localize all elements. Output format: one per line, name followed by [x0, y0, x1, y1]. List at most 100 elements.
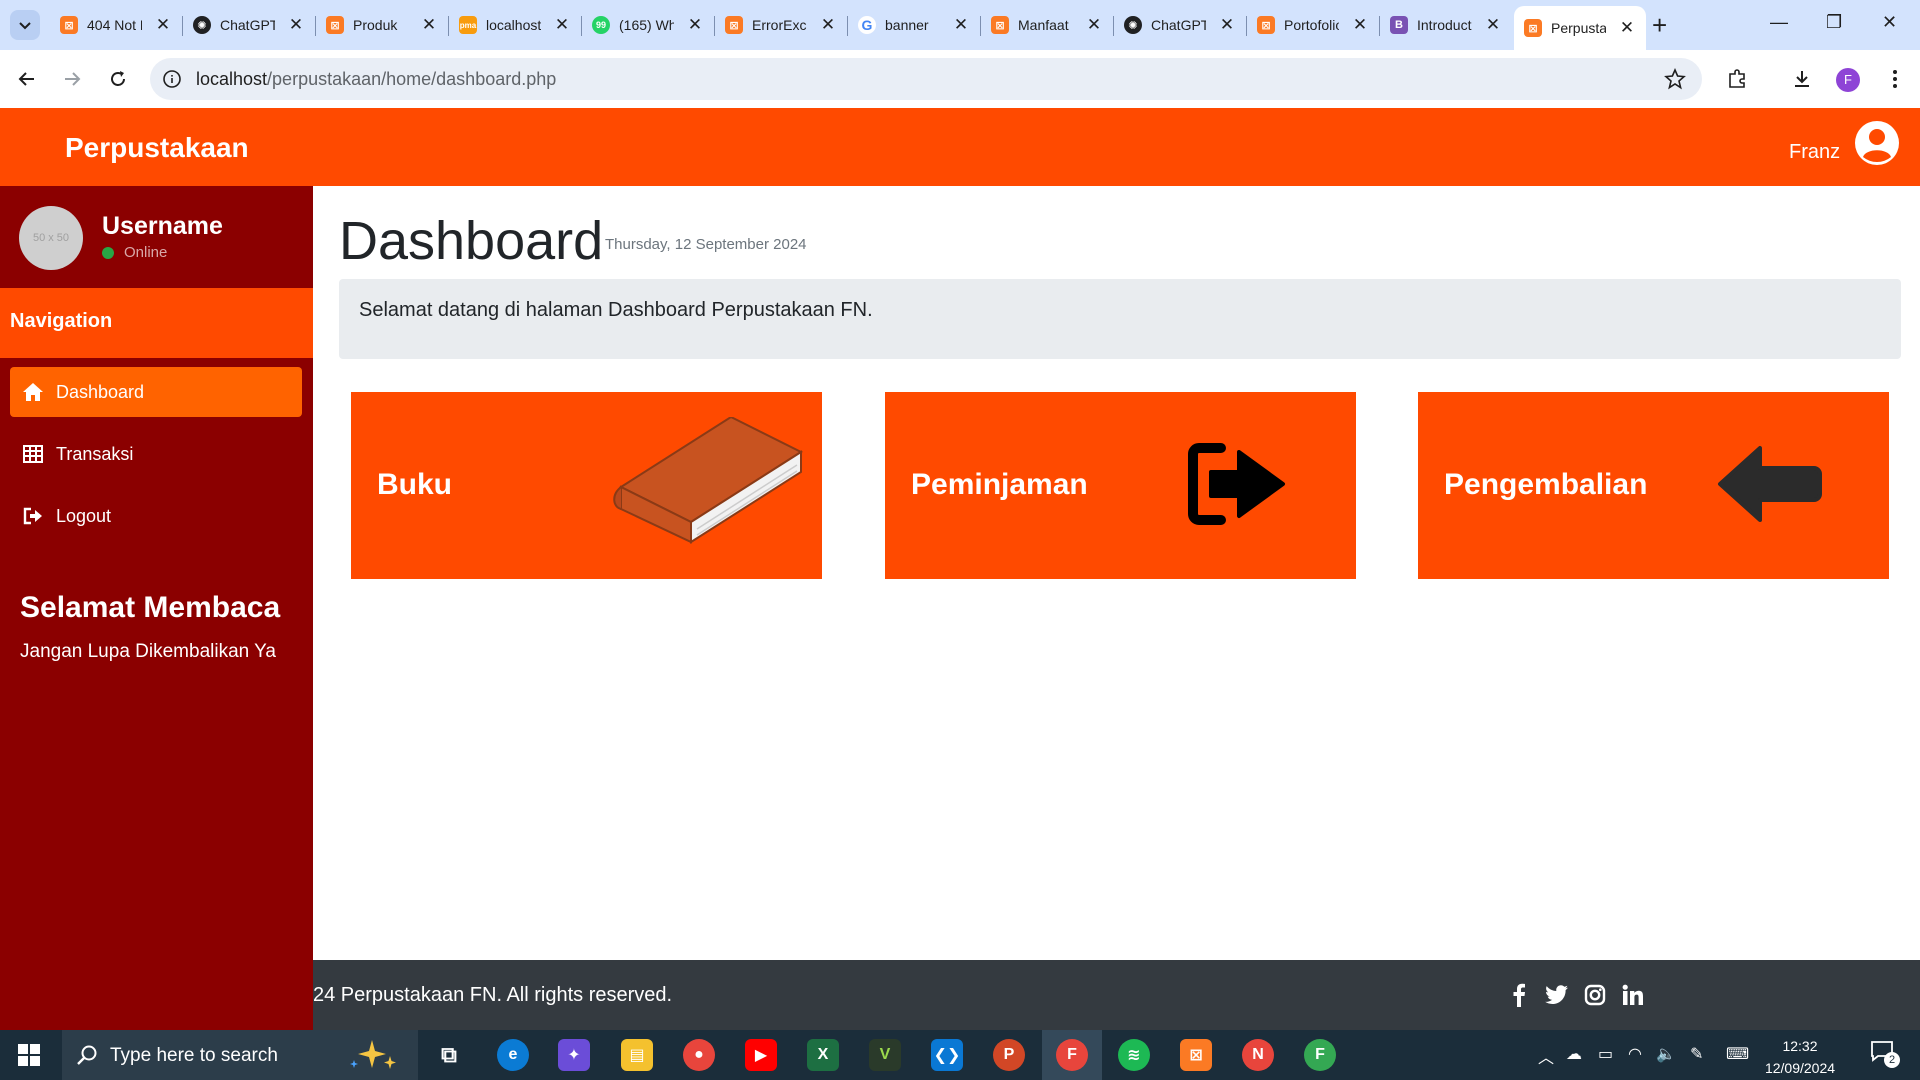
- tab-search-button[interactable]: [10, 10, 40, 40]
- welcome-text: Selamat datang di halaman Dashboard Perp…: [359, 299, 873, 321]
- tab-title: Manfaat: [1018, 17, 1069, 33]
- extensions-button[interactable]: [1722, 64, 1752, 94]
- chrome-profile-icon[interactable]: F: [1056, 1039, 1088, 1071]
- google-icon: G: [858, 16, 876, 34]
- close-icon[interactable]: ✕: [1618, 18, 1636, 38]
- keyboard-icon[interactable]: ⌨: [1726, 1044, 1749, 1064]
- sidebar-item-logout[interactable]: Logout: [10, 491, 302, 541]
- table-icon: [22, 443, 44, 465]
- user-circle-icon[interactable]: [1854, 120, 1900, 166]
- spotify-icon[interactable]: ≋: [1118, 1039, 1150, 1071]
- browser-tab[interactable]: ⊠ ErrorException ✕: [715, 8, 847, 42]
- onedrive-icon[interactable]: ☁: [1566, 1044, 1582, 1064]
- chrome-icon[interactable]: ●: [683, 1039, 715, 1071]
- browser-menu-button[interactable]: [1880, 64, 1910, 94]
- bookmark-star-icon[interactable]: [1664, 67, 1686, 95]
- linkedin-icon[interactable]: [1620, 982, 1646, 1008]
- browser-tab[interactable]: ⊠ Produk ✕: [316, 8, 448, 42]
- close-icon[interactable]: ✕: [1484, 15, 1502, 35]
- file-explorer-icon[interactable]: ▤: [621, 1039, 653, 1071]
- card-buku[interactable]: Buku: [351, 392, 822, 579]
- close-icon[interactable]: ✕: [287, 15, 305, 35]
- tray-chevron-up-icon[interactable]: ︿: [1538, 1044, 1554, 1068]
- facebook-icon[interactable]: [1506, 982, 1532, 1008]
- browser-tab[interactable]: ⊠ 404 Not Found ✕: [50, 8, 182, 42]
- excel-icon[interactable]: X: [807, 1039, 839, 1071]
- tab-title: Portofolio: [1284, 17, 1339, 33]
- close-icon[interactable]: ✕: [420, 15, 438, 35]
- youtube-icon[interactable]: ▶: [745, 1039, 777, 1071]
- tab-title: Perpustakaan: [1551, 20, 1606, 36]
- wifi-icon[interactable]: ◠: [1628, 1044, 1642, 1064]
- copilot-icon[interactable]: ✦: [558, 1039, 590, 1071]
- new-tab-button[interactable]: +: [1652, 12, 1667, 38]
- browser-tab[interactable]: 99 (165) WhatsApp ✕: [582, 8, 714, 42]
- task-view-icon[interactable]: ⧉: [433, 1039, 465, 1071]
- close-icon[interactable]: ✕: [1085, 15, 1103, 35]
- reload-button[interactable]: [103, 64, 133, 94]
- sidebar-item-dashboard[interactable]: Dashboard: [10, 367, 302, 417]
- close-icon[interactable]: ✕: [819, 15, 837, 35]
- url-host: localhost: [196, 69, 268, 89]
- chatgpt-icon: ✺: [193, 16, 211, 34]
- notification-badge: 2: [1884, 1052, 1900, 1068]
- browser-tab[interactable]: B Introduction ✕: [1380, 8, 1512, 42]
- browser-tab[interactable]: ✺ ChatGPT ✕: [1114, 8, 1246, 42]
- close-icon[interactable]: ✕: [154, 15, 172, 35]
- browser-tab[interactable]: ✺ ChatGPT ✕: [183, 8, 315, 42]
- xampp-icon: ⊠: [1524, 19, 1542, 37]
- profile-initial: F: [1844, 72, 1852, 87]
- close-icon[interactable]: ✕: [1218, 15, 1236, 35]
- notification-center-button[interactable]: 2: [1870, 1040, 1904, 1070]
- card-peminjaman[interactable]: Peminjaman: [885, 392, 1356, 579]
- close-icon[interactable]: ✕: [1351, 15, 1369, 35]
- tab-title: ChatGPT: [220, 17, 275, 33]
- browser-tab-active[interactable]: ⊠ Perpustakaan ✕: [1514, 6, 1646, 50]
- site-info-icon[interactable]: [162, 69, 182, 94]
- close-icon[interactable]: ✕: [952, 15, 970, 35]
- download-icon: [1795, 71, 1809, 87]
- tab-title: ErrorException: [752, 17, 807, 33]
- pen-icon[interactable]: ✎: [1690, 1044, 1703, 1064]
- edge-icon[interactable]: e: [497, 1039, 529, 1071]
- instagram-icon[interactable]: [1582, 982, 1608, 1008]
- volume-icon[interactable]: 🔈: [1656, 1044, 1676, 1064]
- vim-icon[interactable]: V: [869, 1039, 901, 1071]
- tab-title: 404 Not Found: [87, 17, 142, 33]
- battery-icon[interactable]: ▭: [1598, 1044, 1613, 1064]
- forward-button[interactable]: [57, 64, 87, 94]
- card-title: Buku: [377, 468, 452, 501]
- arrow-right-icon: [65, 72, 81, 86]
- xampp-icon[interactable]: ⊠: [1180, 1039, 1212, 1071]
- taskbar-search-placeholder: Type here to search: [110, 1045, 278, 1066]
- browser-tab[interactable]: G banner ✕: [848, 8, 980, 42]
- powerpoint-icon[interactable]: P: [993, 1039, 1025, 1071]
- downloads-button[interactable]: [1787, 64, 1817, 94]
- taskbar-clock[interactable]: 12:32 12/09/2024: [1760, 1035, 1840, 1079]
- back-button[interactable]: [12, 64, 42, 94]
- header-user-name[interactable]: Franz: [1789, 141, 1840, 164]
- taskbar-search[interactable]: Type here to search: [62, 1030, 418, 1080]
- close-window-icon[interactable]: ✕: [1882, 12, 1897, 33]
- browser-tab[interactable]: pma localhost ✕: [449, 8, 581, 42]
- sidebar-item-transaksi[interactable]: Transaksi: [10, 429, 302, 479]
- close-icon[interactable]: ✕: [686, 15, 704, 35]
- address-bar[interactable]: localhost/perpustakaan/home/dashboard.ph…: [150, 58, 1702, 100]
- os-taskbar: Type here to search ⧉ e ✦ ▤ ● ▶ X V ❮❯ P…: [0, 1030, 1920, 1080]
- sidebar-subtext: Jangan Lupa Dikembalikan Ya: [20, 641, 276, 662]
- brand-title[interactable]: Perpustakaan: [65, 132, 249, 164]
- vscode-icon[interactable]: ❮❯: [931, 1039, 963, 1071]
- chrome-profile-n-icon[interactable]: N: [1242, 1039, 1274, 1071]
- card-pengembalian[interactable]: Pengembalian: [1418, 392, 1889, 579]
- restore-icon[interactable]: ❐: [1826, 12, 1842, 33]
- browser-tab[interactable]: ⊠ Portofolio ✕: [1247, 8, 1379, 42]
- windows-start-button[interactable]: [18, 1044, 40, 1071]
- profile-avatar[interactable]: F: [1836, 68, 1860, 92]
- twitter-icon[interactable]: [1544, 982, 1570, 1008]
- minimize-icon[interactable]: —: [1770, 12, 1788, 33]
- close-icon[interactable]: ✕: [553, 15, 571, 35]
- browser-tab[interactable]: ⊠ Manfaat ✕: [981, 8, 1113, 42]
- chrome-profile-f2-icon[interactable]: F: [1304, 1039, 1336, 1071]
- xampp-icon: ⊠: [326, 16, 344, 34]
- tab-title: Introduction: [1417, 17, 1472, 33]
